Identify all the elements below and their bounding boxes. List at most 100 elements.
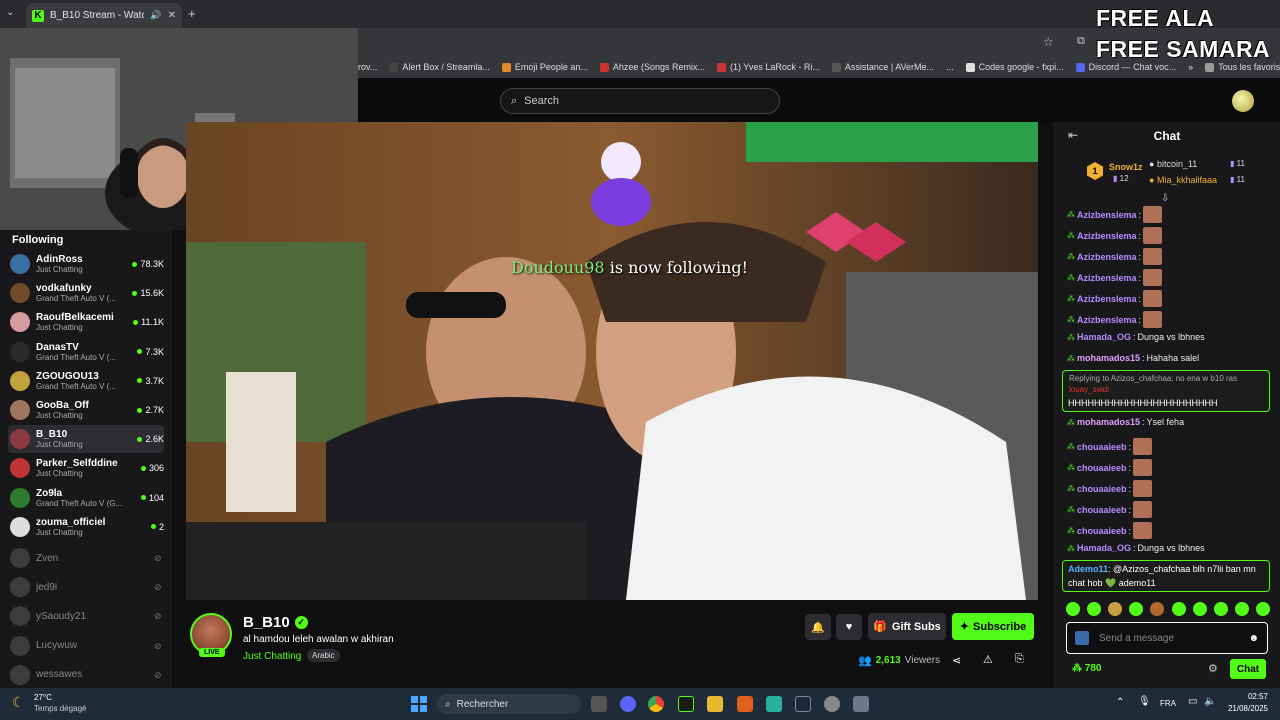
emote-icon[interactable] [1255, 602, 1270, 616]
chat-username[interactable]: Azizbenslema [1077, 231, 1137, 241]
video-player[interactable]: Doudouu98 is now following! [186, 122, 1038, 600]
volume-icon[interactable]: 🔈 [1204, 696, 1216, 707]
send-chat-button[interactable]: Chat [1230, 659, 1266, 679]
tray-overflow-icon[interactable]: ⌃ [1116, 697, 1124, 708]
report-icon[interactable]: ⚠ [983, 653, 993, 666]
sidebar-channel-vodkafunky[interactable]: vodkafunky Grand Theft Auto V (... 15.6K [8, 279, 164, 307]
chat-message-input[interactable]: Send a message ☻ [1066, 622, 1268, 654]
expand-leaderboard-icon[interactable]: ⇩ [1161, 193, 1169, 204]
sidebar-channel-zo9la[interactable]: Zo9la Grand Theft Auto V (G... 104 [8, 484, 164, 512]
sidebar-channel-danastv[interactable]: DanasTV Grand Theft Auto V (... 7.3K [8, 338, 164, 366]
chat-username[interactable]: mohamados15 [1077, 353, 1140, 363]
extensions-icon[interactable]: ⧉ [1077, 35, 1085, 48]
stream-tag[interactable]: Arabic [307, 649, 340, 662]
chat-identity-icon[interactable] [1075, 631, 1089, 645]
chat-username[interactable]: chouaaieeb [1077, 505, 1127, 515]
search-input[interactable]: ⌕ Search [500, 88, 780, 114]
chat-username[interactable]: Azizbenslema [1077, 294, 1137, 304]
chrome-icon[interactable] [648, 696, 664, 712]
category-link[interactable]: Just Chatting [243, 651, 301, 662]
sidebar-channel-zouma_officiel[interactable]: zouma_officiel Just Chatting 2 [8, 513, 164, 541]
emote-icon[interactable] [1192, 602, 1207, 616]
emote-icon[interactable] [1150, 602, 1165, 616]
gift-subs-button[interactable]: 🎁 Gift Subs [868, 613, 946, 640]
reply-user[interactable]: louay_saidi [1069, 385, 1109, 394]
browser-tab[interactable]: K B_B10 Stream - Watch Live 🔊 ✕ [26, 3, 182, 28]
clip-icon[interactable]: ⎘ [1015, 653, 1024, 666]
sidebar-channel-parker_selfddine[interactable]: Parker_Selfddine Just Chatting 306 [8, 454, 164, 482]
bookmark[interactable]: Codes google - fxpi... [965, 62, 1064, 72]
obs-icon[interactable] [824, 696, 840, 712]
emote-icon[interactable] [1129, 602, 1144, 616]
clock-time[interactable]: 02:57 [1228, 692, 1268, 701]
emote-icon[interactable] [1234, 602, 1249, 616]
sidebar-channel-b_b10[interactable]: B_B10 Just Chatting 2.6K [8, 425, 164, 454]
chat-username[interactable]: chouaaieeb [1077, 484, 1127, 494]
bookmark[interactable]: Alert Box / Streamla... [389, 62, 490, 72]
windows-start-icon[interactable] [411, 696, 427, 712]
sidebar-offline-channel[interactable]: Zven ⊘ [8, 544, 164, 572]
emote-icon[interactable] [1066, 602, 1080, 616]
chat-username[interactable]: Hamada_OG [1077, 332, 1131, 342]
chat-settings-gear-icon[interactable]: ⚙ [1208, 662, 1218, 675]
emote-icon[interactable] [1108, 602, 1123, 616]
bookmark[interactable]: Assistance | AVerMe... [831, 62, 934, 72]
sidebar-channel-raoufbelkacemi[interactable]: RaoufBelkacemi Just Chatting 11.1K [8, 308, 164, 336]
app-icon[interactable] [678, 696, 694, 712]
leaderboard-user[interactable]: ● Mia_kkhalifaaa [1149, 175, 1217, 185]
bookmark[interactable]: Discord — Chat voc... [1075, 62, 1176, 72]
discord-icon[interactable] [620, 696, 636, 712]
chat-username[interactable]: Azizbenslema [1077, 315, 1137, 325]
task-view-icon[interactable] [591, 696, 607, 712]
sidebar-channel-gooba_off[interactable]: GooBa_Off Just Chatting 2.7K [8, 396, 164, 424]
language-indicator[interactable]: FRA [1160, 699, 1176, 708]
sidebar-offline-channel[interactable]: wessawes ⊘ [8, 661, 164, 689]
bookmarks-overflow[interactable]: » [1188, 62, 1193, 72]
leaderboard-user[interactable]: Snow1z [1109, 162, 1143, 172]
sidebar-offline-channel[interactable]: Lucywuw ⊘ [8, 632, 164, 660]
bookmark[interactable]: Ahzee (Songs Remix... [599, 62, 705, 72]
app-icon[interactable] [737, 696, 753, 712]
file-explorer-icon[interactable] [707, 696, 723, 712]
bookmark-star-icon[interactable]: ☆ [1043, 35, 1054, 49]
speaker-icon[interactable]: 🔊 [150, 10, 161, 21]
sidebar-offline-channel[interactable]: jed9i ⊘ [8, 573, 164, 601]
chat-username[interactable]: Hamada_OG [1077, 543, 1131, 553]
follow-heart-button[interactable]: ♥ [836, 614, 862, 640]
settings-icon[interactable] [853, 696, 869, 712]
bookmark[interactable]: Emoji People an... [501, 62, 588, 72]
notification-bell-button[interactable]: 🔔 [805, 614, 831, 640]
share-icon[interactable]: ⋖ [952, 654, 961, 667]
leaderboard-user[interactable]: ● bitcoin_11 [1149, 159, 1197, 169]
chat-username[interactable]: chouaaieeb [1077, 463, 1127, 473]
emote-icon[interactable] [1213, 602, 1228, 616]
sidebar-offline-channel[interactable]: ySaoudy21 ⊘ [8, 602, 164, 630]
chat-username[interactable]: Azizbenslema [1077, 210, 1137, 220]
sidebar-channel-adinross[interactable]: AdinRoss Just Chatting 78.3K [8, 250, 164, 278]
chat-username[interactable]: Azizbenslema [1077, 273, 1137, 283]
network-icon[interactable]: ▭ [1188, 696, 1197, 707]
weather-temp[interactable]: 27°C [34, 693, 52, 702]
all-bookmarks-folder[interactable]: Tous les favoris [1205, 62, 1280, 72]
bookmark[interactable]: (1) Yves LaRock - Ri... [716, 62, 820, 72]
sidebar-channel-zgougou13[interactable]: ZGOUGOU13 Grand Theft Auto V (... 3.7K [8, 367, 164, 395]
app-icon[interactable] [766, 696, 782, 712]
taskbar-search[interactable]: ⌕ Rechercher [437, 694, 581, 714]
chat-username[interactable]: chouaaieeb [1077, 526, 1127, 536]
tab-list-icon[interactable]: ⌄ [6, 7, 14, 18]
bookmark[interactable]: rov... [358, 62, 377, 72]
bookmark[interactable]: ... [946, 62, 954, 72]
emote-icon[interactable] [1087, 602, 1102, 616]
user-avatar[interactable] [1232, 90, 1254, 112]
highlight-user[interactable]: Ademo11 [1068, 564, 1108, 574]
chat-username[interactable]: mohamados15 [1077, 417, 1140, 427]
new-tab-icon[interactable]: + [188, 6, 196, 21]
close-tab-icon[interactable]: ✕ [168, 10, 176, 21]
steam-icon[interactable] [795, 696, 811, 712]
emoji-picker-icon[interactable]: ☻ [1248, 633, 1259, 644]
chat-username[interactable]: Azizbenslema [1077, 252, 1137, 262]
channel-name[interactable]: B_B10 ✓ [243, 614, 308, 631]
channel-points[interactable]: ⁂ 780 [1072, 663, 1101, 674]
subscribe-button[interactable]: ✦ Subscribe [952, 613, 1034, 640]
chat-username[interactable]: chouaaieeb [1077, 442, 1127, 452]
